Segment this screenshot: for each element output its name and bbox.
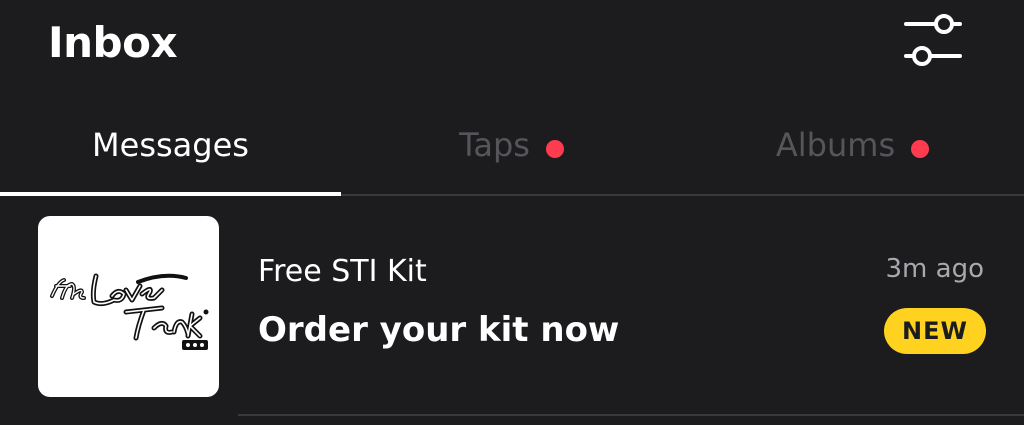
unread-dot: [911, 140, 930, 158]
message-sender: Free STI Kit: [258, 254, 427, 289]
header: Inbox: [0, 0, 1024, 90]
tab-albums[interactable]: Albums: [682, 110, 1023, 194]
tab-bar: Messages Taps Albums: [0, 110, 1024, 196]
sliders-icon: [904, 14, 962, 66]
tab-label: Taps: [459, 126, 530, 164]
filter-button[interactable]: [900, 12, 966, 72]
sender-avatar: [38, 216, 219, 397]
message-row[interactable]: Free STI Kit Order your kit now 3m ago N…: [0, 198, 1024, 416]
active-tab-indicator: [0, 192, 341, 196]
row-divider: [238, 414, 1024, 416]
tab-messages[interactable]: Messages: [0, 110, 341, 196]
page-title: Inbox: [48, 18, 178, 67]
tab-label: Albums: [775, 126, 896, 164]
tab-label: Messages: [92, 126, 249, 164]
inbox-screen: Inbox Messages Taps Albums Free STI Kit …: [0, 0, 1024, 425]
the-love-tank-logo: [50, 273, 209, 350]
new-badge: NEW: [884, 308, 986, 354]
tab-taps[interactable]: Taps: [341, 110, 682, 194]
message-subject: Order your kit now: [258, 310, 620, 350]
message-timestamp: 3m ago: [885, 254, 984, 284]
unread-dot: [545, 140, 564, 158]
